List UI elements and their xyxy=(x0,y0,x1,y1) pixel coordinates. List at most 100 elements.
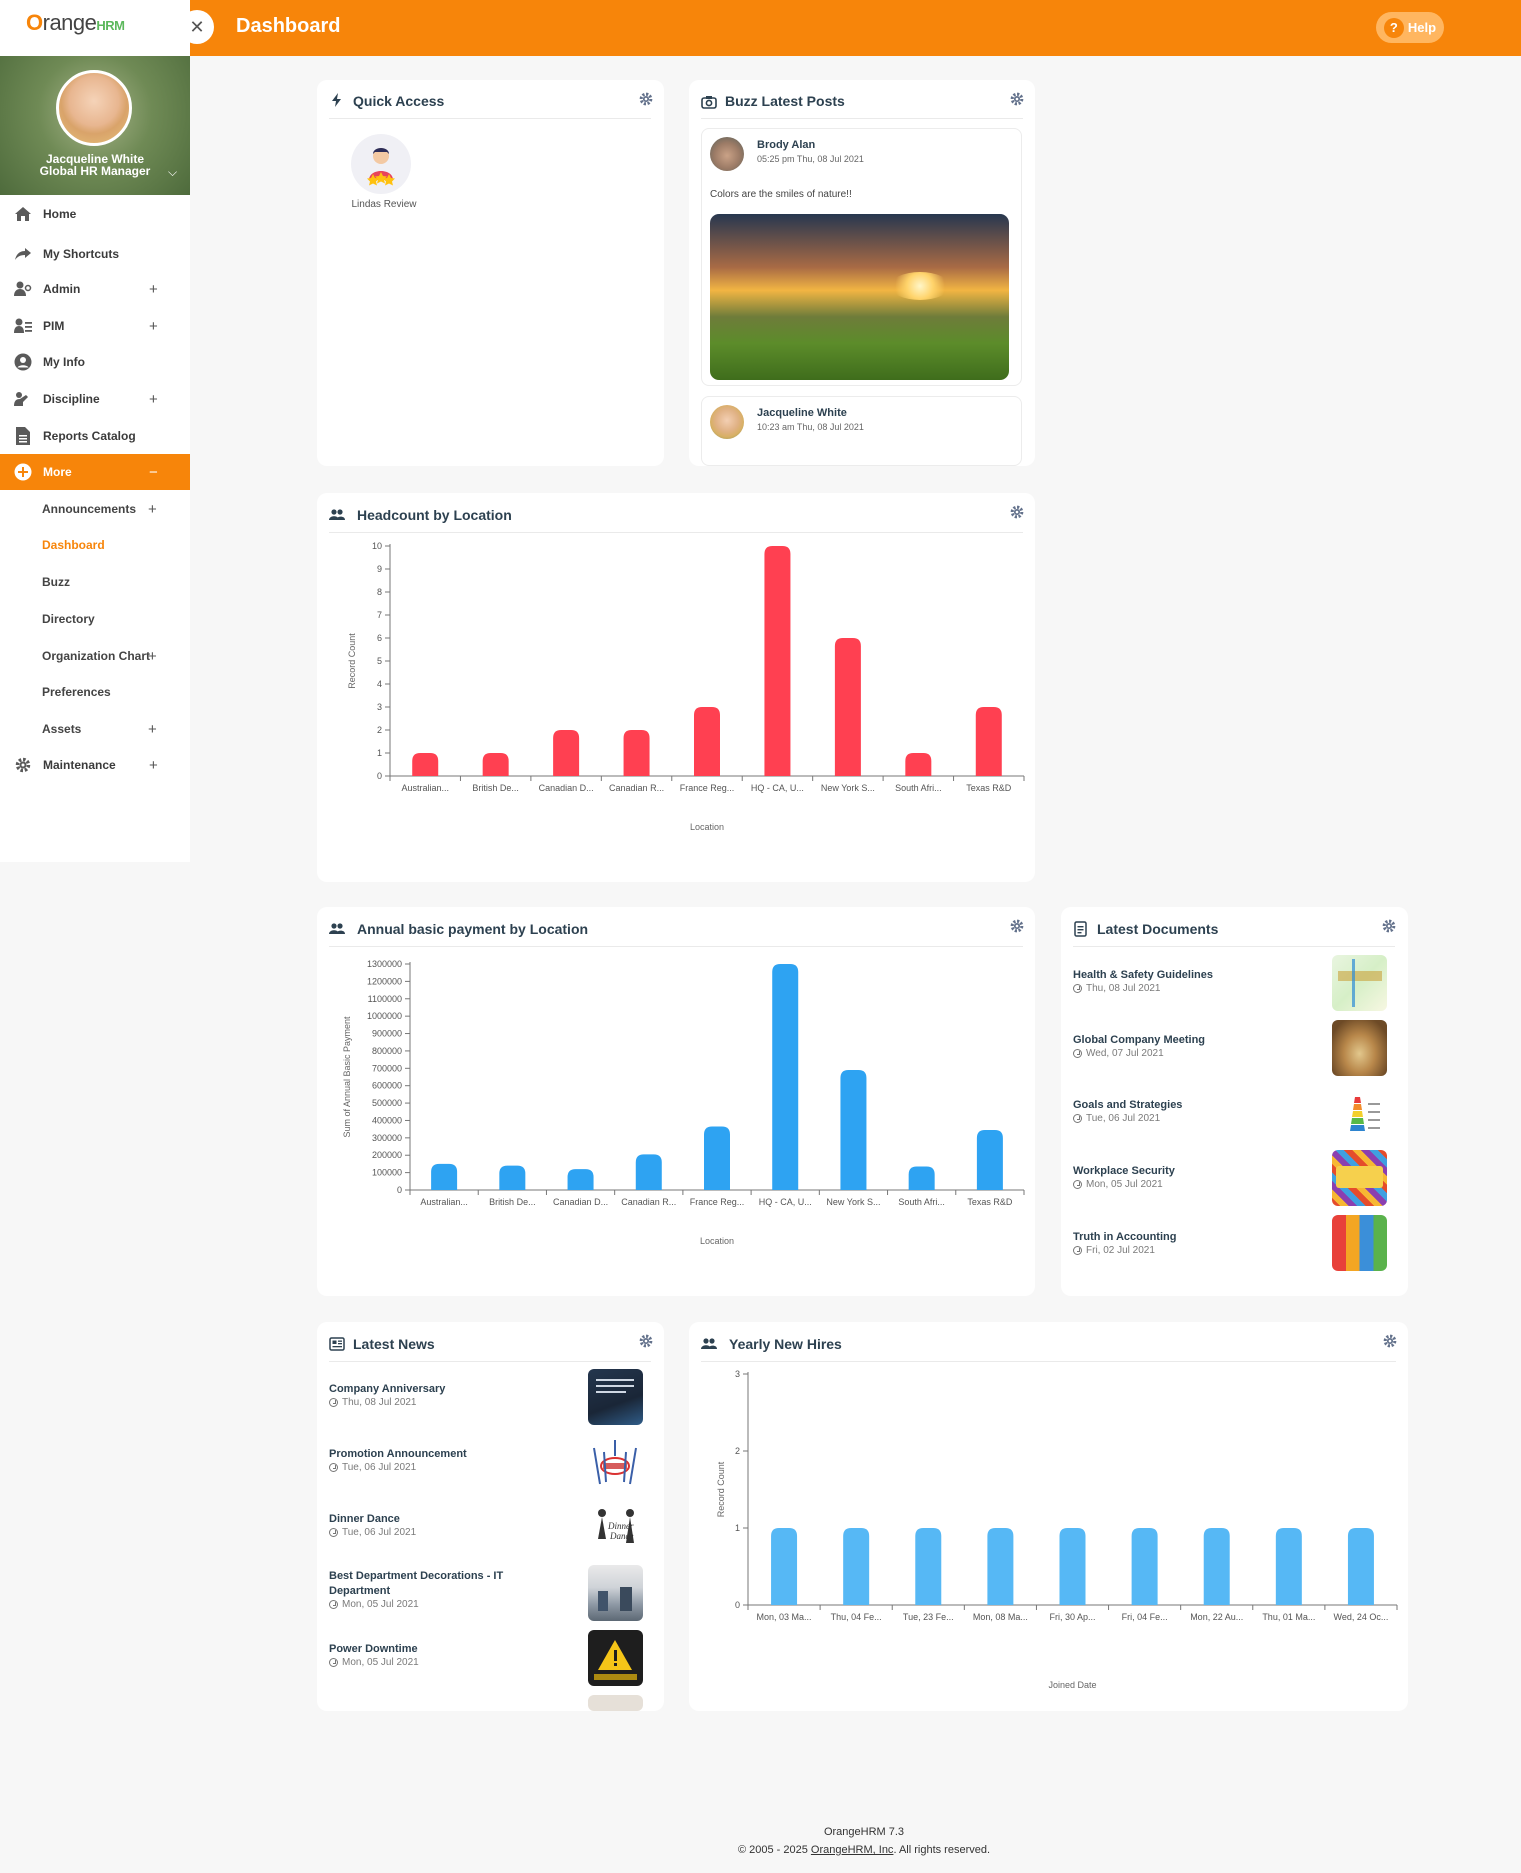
expand-plus-icon[interactable]: + xyxy=(149,281,158,298)
gear-icon[interactable] xyxy=(1010,505,1024,519)
y-tick-label: 600000 xyxy=(372,1081,402,1091)
submenu-label: Dashboard xyxy=(42,538,105,552)
clock-icon xyxy=(329,1600,338,1609)
x-tick-label: Fri, 04 Fe... xyxy=(1122,1612,1168,1622)
x-tick-label: Thu, 04 Fe... xyxy=(831,1612,882,1622)
y-tick-label: 200000 xyxy=(372,1150,402,1160)
news-title[interactable]: Dinner Dance xyxy=(329,1512,529,1527)
document-title[interactable]: Health & Safety Guidelines xyxy=(1073,968,1213,983)
clock-icon xyxy=(1073,1114,1082,1123)
expand-plus-icon[interactable]: + xyxy=(148,501,157,518)
submenu-item-preferences[interactable]: Preferences xyxy=(0,674,190,710)
news-thumbnail[interactable]: DinnerDance xyxy=(588,1499,643,1555)
gear-icon[interactable] xyxy=(1383,1334,1397,1348)
menu-item-maintenance[interactable]: Maintenance + xyxy=(0,747,190,783)
x-tick-label: Mon, 03 Ma... xyxy=(757,1612,812,1622)
submenu-item-directory[interactable]: Directory xyxy=(0,601,190,637)
bar xyxy=(840,1070,867,1190)
x-tick-label: New York S... xyxy=(821,783,875,793)
menu-item-my-shortcuts[interactable]: My Shortcuts xyxy=(0,236,190,272)
menu-item-my-info[interactable]: My Info xyxy=(0,344,190,380)
submenu-item-announcements[interactable]: Announcements + xyxy=(0,491,190,527)
buzz-post[interactable]: Jacqueline White 10:23 am Thu, 08 Jul 20… xyxy=(701,396,1022,466)
news-title[interactable]: Company Anniversary xyxy=(329,1382,529,1397)
menu-item-home[interactable]: Home xyxy=(0,196,190,232)
date-text: Wed, 07 Jul 2021 xyxy=(1086,1048,1164,1059)
document-title[interactable]: Goals and Strategies xyxy=(1073,1098,1182,1113)
document-title[interactable]: Truth in Accounting xyxy=(1073,1230,1176,1245)
news-thumbnail[interactable] xyxy=(588,1369,643,1425)
gear-icon[interactable] xyxy=(639,1334,653,1348)
quick-access-label: Lindas Review xyxy=(351,199,417,210)
post-image[interactable] xyxy=(710,214,1009,380)
chevron-down-icon[interactable]: ⌵ xyxy=(168,165,177,180)
bar xyxy=(987,1528,1014,1605)
help-button[interactable]: ? Help xyxy=(1376,12,1444,43)
news-title[interactable]: Best Department Decorations - IT Departm… xyxy=(329,1569,529,1599)
expand-plus-icon[interactable]: + xyxy=(149,391,158,408)
menu-item-reports-catalog[interactable]: Reports Catalog xyxy=(0,418,190,454)
avatar xyxy=(710,405,744,439)
users-icon xyxy=(329,509,345,520)
document-title[interactable]: Workplace Security xyxy=(1073,1164,1175,1179)
expand-plus-icon[interactable]: + xyxy=(148,721,157,738)
help-icon: ? xyxy=(1383,17,1404,38)
camera-icon xyxy=(701,96,717,109)
buzz-post[interactable]: Brody Alan 05:25 pm Thu, 08 Jul 2021 Col… xyxy=(701,128,1022,386)
bar xyxy=(772,964,799,1190)
x-axis-title: Location xyxy=(700,1236,734,1246)
news-thumbnail[interactable] xyxy=(588,1434,643,1490)
submenu-item-dashboard[interactable]: Dashboard xyxy=(0,527,190,563)
news-date: Mon, 05 Jul 2021 xyxy=(329,1657,419,1668)
news-thumbnail[interactable] xyxy=(588,1695,643,1711)
news-thumbnail[interactable] xyxy=(588,1630,643,1686)
y-tick-label: 4 xyxy=(377,679,382,689)
document-thumbnail[interactable] xyxy=(1332,1020,1387,1076)
menu-item-admin[interactable]: Admin + xyxy=(0,271,190,307)
bar xyxy=(431,1163,458,1190)
submenu-item-buzz[interactable]: Buzz xyxy=(0,564,190,600)
document-title[interactable]: Global Company Meeting xyxy=(1073,1033,1205,1048)
bar xyxy=(908,1166,935,1190)
gear-icon[interactable] xyxy=(1382,919,1396,933)
expand-plus-icon[interactable]: + xyxy=(148,648,157,665)
quick-access-item[interactable] xyxy=(351,134,411,194)
document-thumbnail[interactable] xyxy=(1332,955,1387,1011)
clock-icon xyxy=(329,1463,338,1472)
post-author: Brody Alan xyxy=(757,139,816,151)
x-tick-label: France Reg... xyxy=(680,783,735,793)
gear-icon[interactable] xyxy=(1010,919,1024,933)
menu-item-discipline[interactable]: Discipline + xyxy=(0,381,190,417)
y-axis-title: Sum of Annual Basic Payment xyxy=(342,1016,352,1138)
profile-role: Global HR Manager xyxy=(39,164,151,178)
sidebar: OrangeHRM Jacqueline White Global HR Man… xyxy=(0,0,190,862)
x-tick-label: Canadian R... xyxy=(621,1197,676,1207)
gear-icon[interactable] xyxy=(1010,92,1024,106)
document-thumbnail[interactable] xyxy=(1332,1150,1387,1206)
company-link[interactable]: OrangeHRM, Inc xyxy=(811,1844,894,1856)
expand-plus-icon[interactable]: + xyxy=(149,757,158,774)
news-title[interactable]: Power Downtime xyxy=(329,1642,529,1657)
x-tick-label: British De... xyxy=(489,1197,536,1207)
submenu-label: Announcements xyxy=(42,502,137,516)
headcount-bar-chart: 0 1 2 3 4 5 6 7 8 9 10 Australian... British De... Ca… xyxy=(347,541,1025,832)
menu-item-pim[interactable]: PIM + xyxy=(0,308,190,344)
news-date: Tue, 06 Jul 2021 xyxy=(329,1462,416,1473)
news-title[interactable]: Promotion Announcement xyxy=(329,1447,529,1462)
gear-icon[interactable] xyxy=(639,92,653,106)
menu-item-more[interactable]: More − xyxy=(0,454,190,490)
date-text: Thu, 08 Jul 2021 xyxy=(342,1397,417,1408)
close-sidebar-icon[interactable]: ✕ xyxy=(180,10,214,44)
expand-plus-icon[interactable]: + xyxy=(149,318,158,335)
document-thumbnail[interactable] xyxy=(1332,1215,1387,1271)
card-title: Latest Documents xyxy=(1097,921,1219,937)
collapse-minus-icon[interactable]: − xyxy=(149,464,158,481)
x-axis-title: Joined Date xyxy=(1048,1680,1096,1690)
y-tick-label: 900000 xyxy=(372,1029,402,1039)
submenu-item-assets[interactable]: Assets + xyxy=(0,711,190,747)
news-thumbnail[interactable] xyxy=(588,1565,643,1621)
document-thumbnail[interactable] xyxy=(1332,1085,1387,1141)
profile-panel[interactable]: Jacqueline White Global HR Manager ⌵ xyxy=(0,56,190,195)
submenu-item-organization-chart[interactable]: Organization Chart + xyxy=(0,638,190,674)
post-time: 05:25 pm Thu, 08 Jul 2021 xyxy=(757,154,864,164)
